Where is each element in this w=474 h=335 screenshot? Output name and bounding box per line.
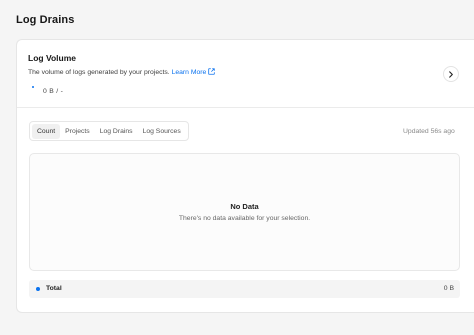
updated-timestamp: Updated 56s ago [403,128,455,135]
log-volume-indicator-dot [32,86,34,88]
external-link-icon [208,68,216,77]
tab-count[interactable]: Count [32,123,61,139]
page-title: Log Drains [16,14,75,26]
learn-more-link[interactable]: Learn More [171,68,216,77]
log-volume-title: Log Volume [28,53,77,63]
tab-log-drains[interactable]: Log Drains [95,124,138,139]
total-label: Total [46,285,62,292]
total-row: Total 0 B [29,280,460,298]
log-volume-description: The volume of logs generated by your pro… [28,68,216,77]
total-legend-dot [36,287,40,291]
learn-more-label: Learn More [171,69,207,76]
chevron-right-icon [448,65,454,83]
view-tabs: Count Projects Log Drains Log Sources [29,121,189,141]
log-volume-value: 0 B / - [43,88,64,95]
tab-projects[interactable]: Projects [60,124,95,139]
empty-state-title: No Data [230,202,259,211]
expand-log-volume-button[interactable] [443,66,459,82]
section-divider [17,107,474,108]
log-volume-card: Log Volume The volume of logs generated … [16,39,474,313]
tab-log-sources[interactable]: Log Sources [138,124,186,139]
total-value: 0 B [443,285,454,292]
chart-empty-state: No Data There's no data available for yo… [29,153,460,271]
empty-state-description: There's no data available for your selec… [178,215,311,222]
log-volume-description-text: The volume of logs generated by your pro… [28,69,170,76]
